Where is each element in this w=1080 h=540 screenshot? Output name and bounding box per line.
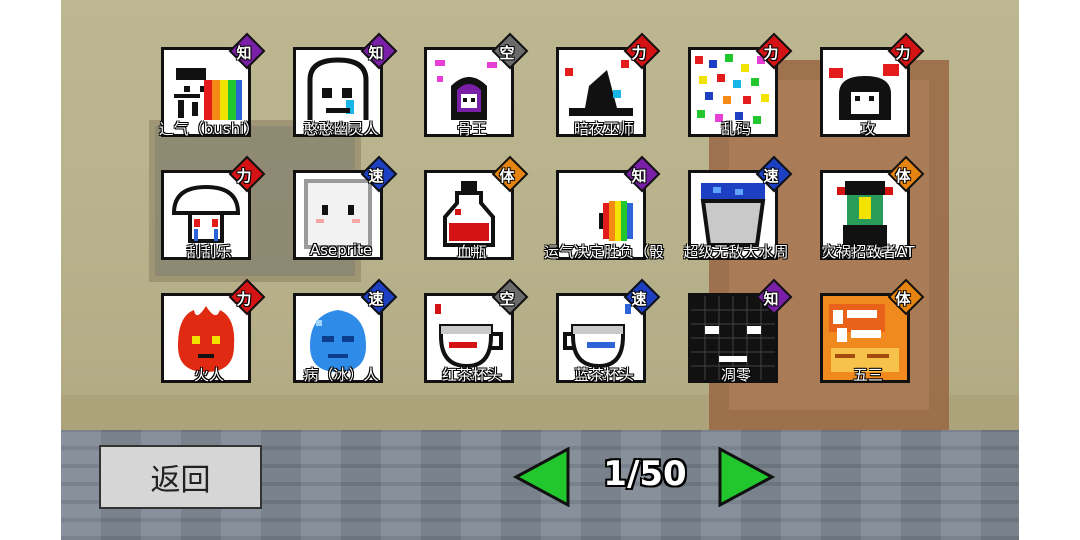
tag-label: 空 bbox=[499, 289, 515, 308]
tag-label: 知 bbox=[763, 289, 779, 308]
item-card-15[interactable]: 速 蓝茶杯头 bbox=[556, 278, 661, 384]
tag-label: 空 bbox=[499, 43, 515, 62]
tag-label: 知 bbox=[236, 43, 252, 62]
item-card-11[interactable]: 体 灾祸招致者AT bbox=[820, 155, 925, 261]
tag-label: 知 bbox=[368, 43, 384, 62]
tag-label: 力 bbox=[236, 166, 252, 185]
prev-page-arrow-icon[interactable] bbox=[512, 447, 572, 507]
tag-label: 力 bbox=[895, 43, 911, 62]
back-button[interactable]: 返回 bbox=[99, 445, 262, 509]
tag-label: 速 bbox=[368, 289, 384, 308]
item-card-0[interactable]: 知 辶气（bushi） bbox=[159, 32, 266, 138]
tag-label: 体 bbox=[895, 166, 911, 185]
item-card-12[interactable]: 力 火人 bbox=[161, 278, 266, 384]
item-card-7[interactable]: 速 Aseprite bbox=[293, 155, 398, 260]
item-card-14[interactable]: 空 红茶杯头 bbox=[424, 278, 529, 384]
item-card-9[interactable]: 知 运气决定胜负（骰 bbox=[544, 155, 664, 261]
item-card-2[interactable]: 空 骨王 bbox=[424, 32, 529, 138]
item-card-13[interactable]: 速 病（冰）人 bbox=[293, 278, 398, 384]
item-card-1[interactable]: 知 憨憨幽灵人 bbox=[293, 32, 398, 138]
page-indicator: 1/50 bbox=[603, 454, 687, 494]
item-card-8[interactable]: 体 血瓶 bbox=[424, 155, 529, 261]
item-card-10[interactable]: 速 超级无敌大水周 bbox=[683, 155, 793, 261]
item-card-16[interactable]: 知 凋零 bbox=[688, 278, 793, 384]
item-card-4[interactable]: 力 乱码 bbox=[688, 32, 793, 138]
tag-label: 力 bbox=[763, 43, 779, 62]
item-card-3[interactable]: 力 暗夜巫师 bbox=[556, 32, 661, 138]
tag-label: 速 bbox=[763, 166, 779, 185]
item-card-5[interactable]: 力 攻 bbox=[820, 32, 925, 138]
tag-label: 体 bbox=[499, 166, 515, 185]
item-card-6[interactable]: 力 刮刮乐 bbox=[161, 155, 266, 261]
tag-label: 力 bbox=[236, 289, 252, 308]
item-name: 攻 bbox=[860, 120, 876, 138]
tag-label: 知 bbox=[631, 166, 647, 185]
item-name: 五三 bbox=[852, 366, 883, 384]
item-card-17[interactable]: 体 五三 bbox=[820, 278, 925, 384]
tag-label: 体 bbox=[895, 289, 911, 308]
tag-label: 速 bbox=[631, 289, 647, 308]
tag-label: 力 bbox=[631, 43, 647, 62]
item-name: 灾祸招致者AT bbox=[821, 243, 915, 261]
next-page-arrow-icon[interactable] bbox=[716, 447, 776, 507]
tag-label: 速 bbox=[368, 166, 384, 185]
